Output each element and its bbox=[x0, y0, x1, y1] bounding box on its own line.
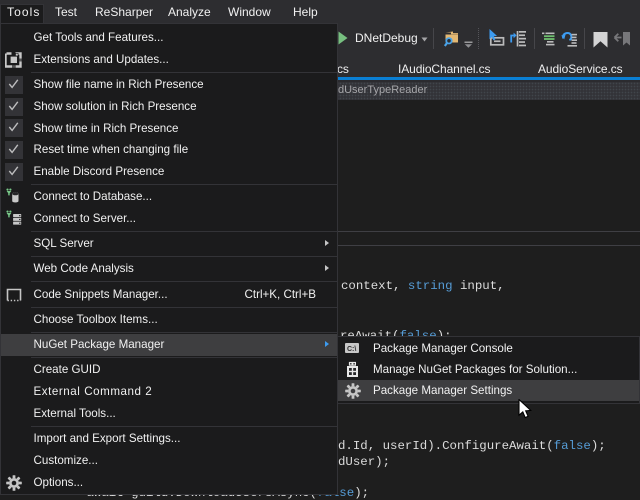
svg-text:C:\: C:\ bbox=[347, 346, 356, 353]
